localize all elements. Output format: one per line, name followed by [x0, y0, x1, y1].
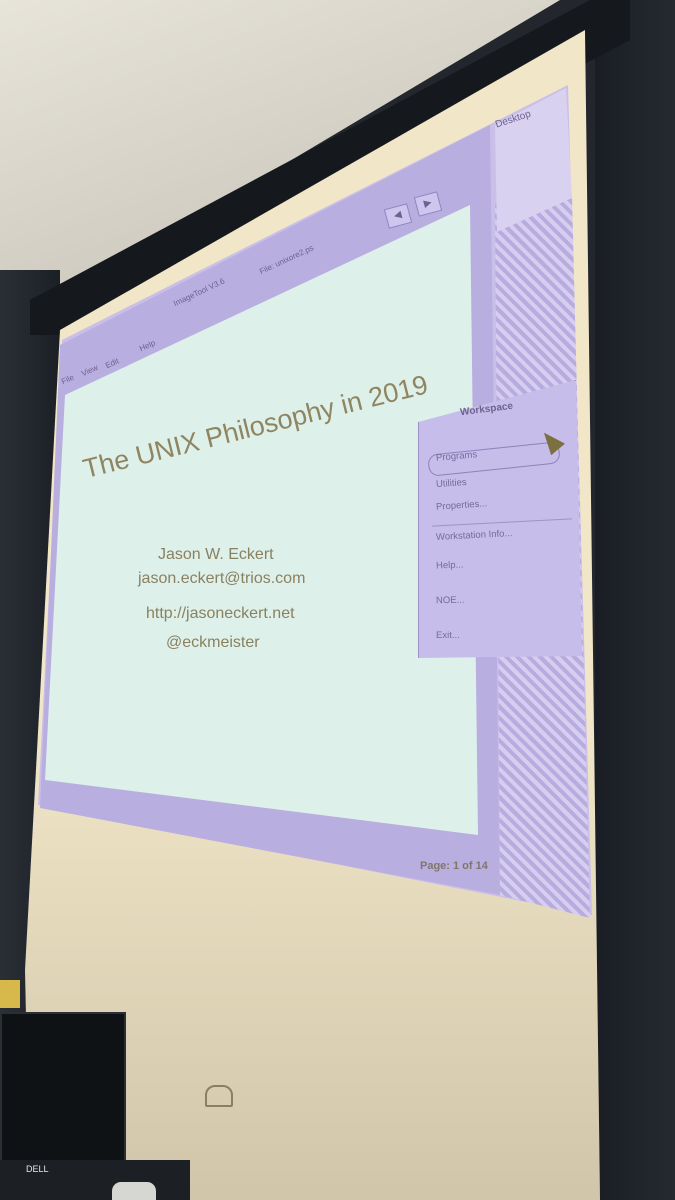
menu-item-utilities[interactable]: Utilities: [436, 477, 467, 490]
menu-item-help[interactable]: Help...: [436, 560, 464, 572]
chevron-left-icon: ◀: [392, 209, 404, 222]
page-status: Page: 1 of 14: [420, 860, 488, 872]
slide-email: jason.eckert@trios.com: [138, 570, 306, 587]
screen-pull-handle: [205, 1085, 233, 1107]
slide-handle: @eckmeister: [166, 634, 260, 651]
slide-author: Jason W. Eckert: [158, 546, 274, 563]
monitor: [0, 1012, 126, 1164]
monitor-brand-logo: DELL: [26, 1164, 49, 1174]
chevron-right-icon: ▶: [422, 197, 434, 210]
slide-website: http://jasoneckert.net: [146, 605, 295, 622]
mouse: [112, 1182, 156, 1200]
menu-item-noe[interactable]: NOE...: [436, 595, 465, 606]
menu-item-exit[interactable]: Exit...: [436, 630, 460, 641]
right-wall: [595, 0, 675, 1200]
cable: [0, 980, 20, 1008]
